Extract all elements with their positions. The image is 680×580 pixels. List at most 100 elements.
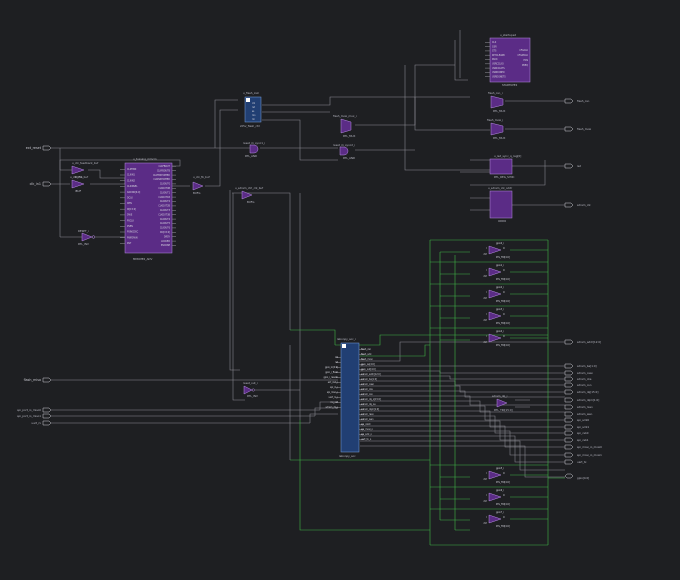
port-label: sdram_addr[12:0] (577, 340, 601, 344)
input-output-port-icon (564, 202, 574, 208)
port-spi-sclk0[interactable]: spi_sclk0 (564, 417, 589, 423)
pin-label: gpio_out[4:0] (361, 368, 376, 371)
pin-label: spi_mosi_o (361, 428, 374, 431)
cell-sdram-clk-oddr[interactable]: u_sdram_clk_oddr ODDR (488, 186, 513, 223)
pin-label: CLKINSTOPPED (153, 178, 170, 181)
input-output-port-icon (42, 181, 52, 187)
cell-type: STARTUPE2 (502, 83, 518, 87)
port-label: sdram_ba[1:0] (577, 364, 597, 368)
pin-label: sdram_dq_oe (361, 403, 376, 406)
pin-label: spi_miso_i (327, 391, 339, 394)
cell-name: u_flash_inst (243, 91, 259, 95)
pin-label: flash_sclk (361, 353, 372, 356)
port-label: sdram_clk (577, 203, 591, 207)
pin-label: spi_sclk_o (361, 433, 373, 436)
port-clk-in1[interactable]: clk_in1 (30, 181, 52, 187)
pin-label: GTS (492, 50, 497, 53)
port-sdram-rasn[interactable]: sdram_rasn (564, 404, 593, 410)
pin-label: DCLK (127, 197, 133, 200)
port-label: sdram_dqm[1:0] (577, 398, 599, 402)
cell-name: u_led_sync_q_reg[0] (494, 154, 521, 158)
input-output-port-icon (564, 404, 574, 410)
input-output-port-icon (564, 98, 574, 104)
pin-label: PACK (492, 58, 498, 61)
input-output-port-icon (564, 459, 574, 465)
cell-name: u_sdram_clk_oddr (488, 186, 513, 190)
port-sdram-clk[interactable]: sdram_clk (564, 202, 591, 208)
port-label: spi_csb0 (577, 431, 589, 435)
pin-label: mi (252, 118, 255, 121)
canvas-background (0, 0, 680, 580)
pin-label: spi_in_i (330, 386, 338, 389)
port-sdram-casn[interactable]: sdram_casn (564, 370, 593, 376)
port-sdram-cke[interactable]: sdram_cke (564, 376, 592, 382)
cell-name: u_clk_fb_buf (193, 175, 210, 179)
port-label: spi_mosi_io_mosi0 (577, 445, 602, 449)
pin-label: KEYCLEARB (492, 54, 505, 57)
cell-startup[interactable]: u_startupe2 CLKGSR GTSKEYCLEARBPACK USRCCL… (485, 33, 531, 87)
cell-type: IBUF (75, 189, 82, 193)
cell-name: u_startupe2 (500, 33, 516, 37)
pin-label: O (503, 335, 505, 338)
pin-label: CLKOUT5 (160, 222, 171, 225)
port-sdram-addr[interactable]: sdram_addr[12:0] (564, 339, 601, 345)
cell-name: reset_m_sync2_i (333, 143, 355, 147)
pin-label: gpio_i_resetn (324, 376, 339, 379)
port-flash-miso[interactable]: flash_miso (24, 377, 52, 383)
port-ext-reset[interactable]: ext_reset (26, 145, 52, 151)
port-label: clk_in1 (30, 182, 41, 186)
cell-type: RTL_AND (245, 154, 257, 158)
port-spi-sclk1[interactable]: spi_sclk1 (564, 424, 589, 430)
pin-label: CLKFBOUT (158, 165, 170, 168)
pin-label: RTL_TRI[4:0] (496, 525, 510, 528)
pin-label: CLKOUT0 (160, 183, 171, 186)
port-label: spi_mosi_io_mosi1 (577, 453, 602, 457)
schematic-canvas[interactable]: ext_reset clk_in1 flash_miso spi_port_io… (0, 0, 680, 580)
port-sdram-wen[interactable]: sdram_wen (564, 411, 593, 417)
cell-type: RTL_MUX (493, 136, 505, 140)
cell-mmcm[interactable]: u_tuxsing_mmcm MMCME2_ADV CLKFBIN CLKIN1 C… (120, 157, 176, 261)
pin-label: EOS (524, 59, 529, 62)
pin-label: sdram_addr[12:0] (361, 373, 381, 376)
pin-label: O (503, 494, 505, 497)
port-spi-mosi0[interactable]: spi_mosi_io_mosi0 (564, 444, 602, 450)
pin-label: RTL_TRI[4:0] (496, 322, 510, 325)
port-sdram-dq[interactable]: sdram_dq[15:0] (564, 389, 598, 395)
pin-label: O (503, 269, 505, 272)
pin-label: sdram_dq_i (326, 406, 339, 409)
port-flash-csn[interactable]: flash_csn (564, 98, 590, 104)
pin-label: rst (335, 361, 338, 364)
port-spi-csb1[interactable]: spi_csb1 (564, 437, 589, 443)
port-spi-csb0[interactable]: spi_csb0 (564, 430, 589, 436)
input-output-port-icon (564, 376, 574, 382)
cell-type: lebonpy_soc (339, 454, 356, 458)
pin-label: sdram_ba[1:0] (361, 378, 377, 381)
port-flash-mosi[interactable]: flash_mosi (564, 126, 591, 132)
input-output-port-icon (564, 339, 574, 345)
input-output-port-icon (564, 452, 574, 458)
port-sdram-csn[interactable]: sdram_csn (564, 382, 592, 388)
pin-label: CLKOUT2B (158, 205, 170, 208)
port-spi-mosi1[interactable]: spi_mosi_io_mosi1 (564, 452, 602, 458)
port-sdram-ba[interactable]: sdram_ba[1:0] (564, 363, 597, 369)
cell-type: RTL_MUX (493, 109, 505, 113)
pin-label: CLKFBIN (127, 168, 137, 171)
pin-label: sdram_rasn (361, 413, 374, 416)
cell-name: flash_csn_i (488, 91, 503, 95)
input-output-port-icon (42, 420, 52, 426)
cell-name: flash_mosi_i (487, 118, 504, 122)
pin-label: gpio3_i (496, 308, 504, 311)
pin-label: RTL_TRI[4:0] (496, 344, 510, 347)
port-label: sdram_rasn (577, 405, 593, 409)
port-sdram-dqm[interactable]: sdram_dqm[1:0] (564, 397, 599, 403)
pin-label: sdram_cke (361, 388, 373, 391)
port-spi-in-1[interactable]: spi_port_io_miso1 (17, 413, 52, 419)
pin-label: CLKOUT1B (158, 196, 170, 199)
port-label: uart_tx (577, 460, 587, 464)
pin-label: ctrl (483, 253, 487, 256)
cell-name: reset_out_i (243, 381, 258, 385)
pin-label: gpio2_i (496, 286, 504, 289)
pin-label: sdram_casn (361, 383, 375, 386)
port-spi-in-0[interactable]: spi_port_io_miso0 (17, 407, 52, 413)
port-label: sdram_wen (577, 412, 593, 416)
